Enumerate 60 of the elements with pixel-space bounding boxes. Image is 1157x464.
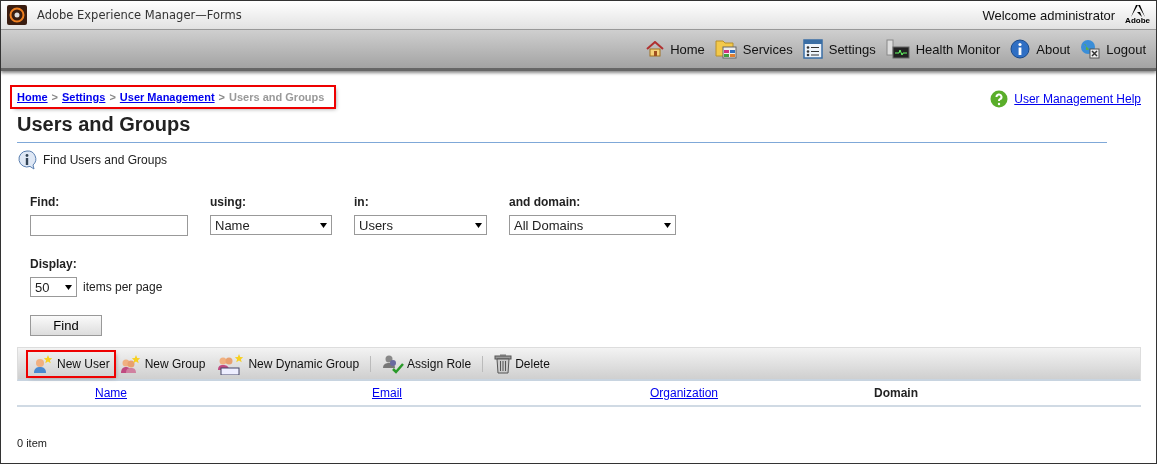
list-icon: [802, 39, 823, 59]
house-icon: [646, 41, 665, 57]
help-icon: [990, 90, 1009, 108]
info-text: Find Users and Groups: [43, 153, 168, 167]
info-icon: [1010, 39, 1031, 59]
breadcrumb-link[interactable]: User Management: [119, 91, 215, 103]
user-star-icon: [32, 353, 54, 374]
group-star-icon: [215, 352, 246, 375]
toolbar-button[interactable]: New Dynamic Group: [211, 350, 364, 377]
group-star-icon: [119, 353, 142, 374]
nav-link[interactable]: Logout: [1080, 39, 1146, 59]
dropdown[interactable]: All Domains: [509, 215, 676, 235]
find-button[interactable]: Find: [30, 315, 102, 336]
column-header-link[interactable]: Organization: [649, 386, 718, 400]
folder-icon: [714, 39, 737, 59]
column-header-link[interactable]: Name: [95, 386, 127, 400]
dropdown[interactable]: Users: [354, 215, 487, 235]
nav-link[interactable]: Settings: [802, 39, 876, 59]
toolbar-button[interactable]: New User: [28, 351, 114, 376]
monitor-icon: [885, 39, 910, 59]
nav-link[interactable]: About: [1010, 39, 1071, 59]
toolbar-button[interactable]: New Group: [115, 351, 210, 376]
field-label: using:: [210, 195, 247, 209]
breadcrumb-current: Users and Groups: [229, 91, 325, 103]
app-logo-icon: [7, 5, 27, 25]
welcome-text: Welcome administrator: [982, 7, 1116, 23]
help-link[interactable]: User Management Help: [990, 90, 1141, 108]
trash-icon: [494, 353, 513, 374]
adobe-logo-icon: [1130, 5, 1145, 17]
caret-icon: [475, 222, 482, 228]
caret-icon: [664, 222, 671, 228]
nav-link[interactable]: Health Monitor: [885, 39, 1001, 59]
find-field[interactable]: [30, 215, 188, 236]
users-check-icon: [382, 353, 405, 374]
items-per-page-text: items per page: [83, 280, 163, 294]
page-heading: Users and Groups: [17, 113, 1107, 143]
breadcrumb-separator: >: [51, 91, 58, 103]
globe-close-icon: [1080, 39, 1101, 59]
breadcrumb-separator: >: [218, 91, 226, 103]
column-header: Domain: [874, 386, 918, 400]
info-bubble-icon: [17, 150, 37, 170]
nav-link[interactable]: Home: [646, 41, 705, 57]
display-select[interactable]: 50: [30, 277, 77, 297]
field-label: and domain:: [509, 195, 582, 209]
breadcrumb-separator: >: [109, 91, 116, 103]
toolbar-button[interactable]: Assign Role: [378, 351, 476, 376]
breadcrumb-link[interactable]: Settings: [62, 91, 106, 103]
toolbar-button[interactable]: Delete: [490, 351, 554, 376]
window-title: Adobe Experience Manager—Forms: [37, 8, 243, 22]
brand-text: Adobe: [1125, 17, 1150, 25]
dropdown[interactable]: Name: [210, 215, 332, 235]
field-label: Find:: [30, 195, 61, 209]
nav-link[interactable]: Services: [714, 39, 793, 59]
item-count: 0 item: [17, 437, 48, 449]
breadcrumb-link[interactable]: Home: [17, 91, 48, 103]
caret-icon: [320, 222, 327, 228]
caret-icon: [65, 284, 72, 290]
column-header-link[interactable]: Email: [372, 386, 402, 400]
field-label: Display:: [30, 257, 78, 271]
field-label: in:: [354, 195, 370, 209]
